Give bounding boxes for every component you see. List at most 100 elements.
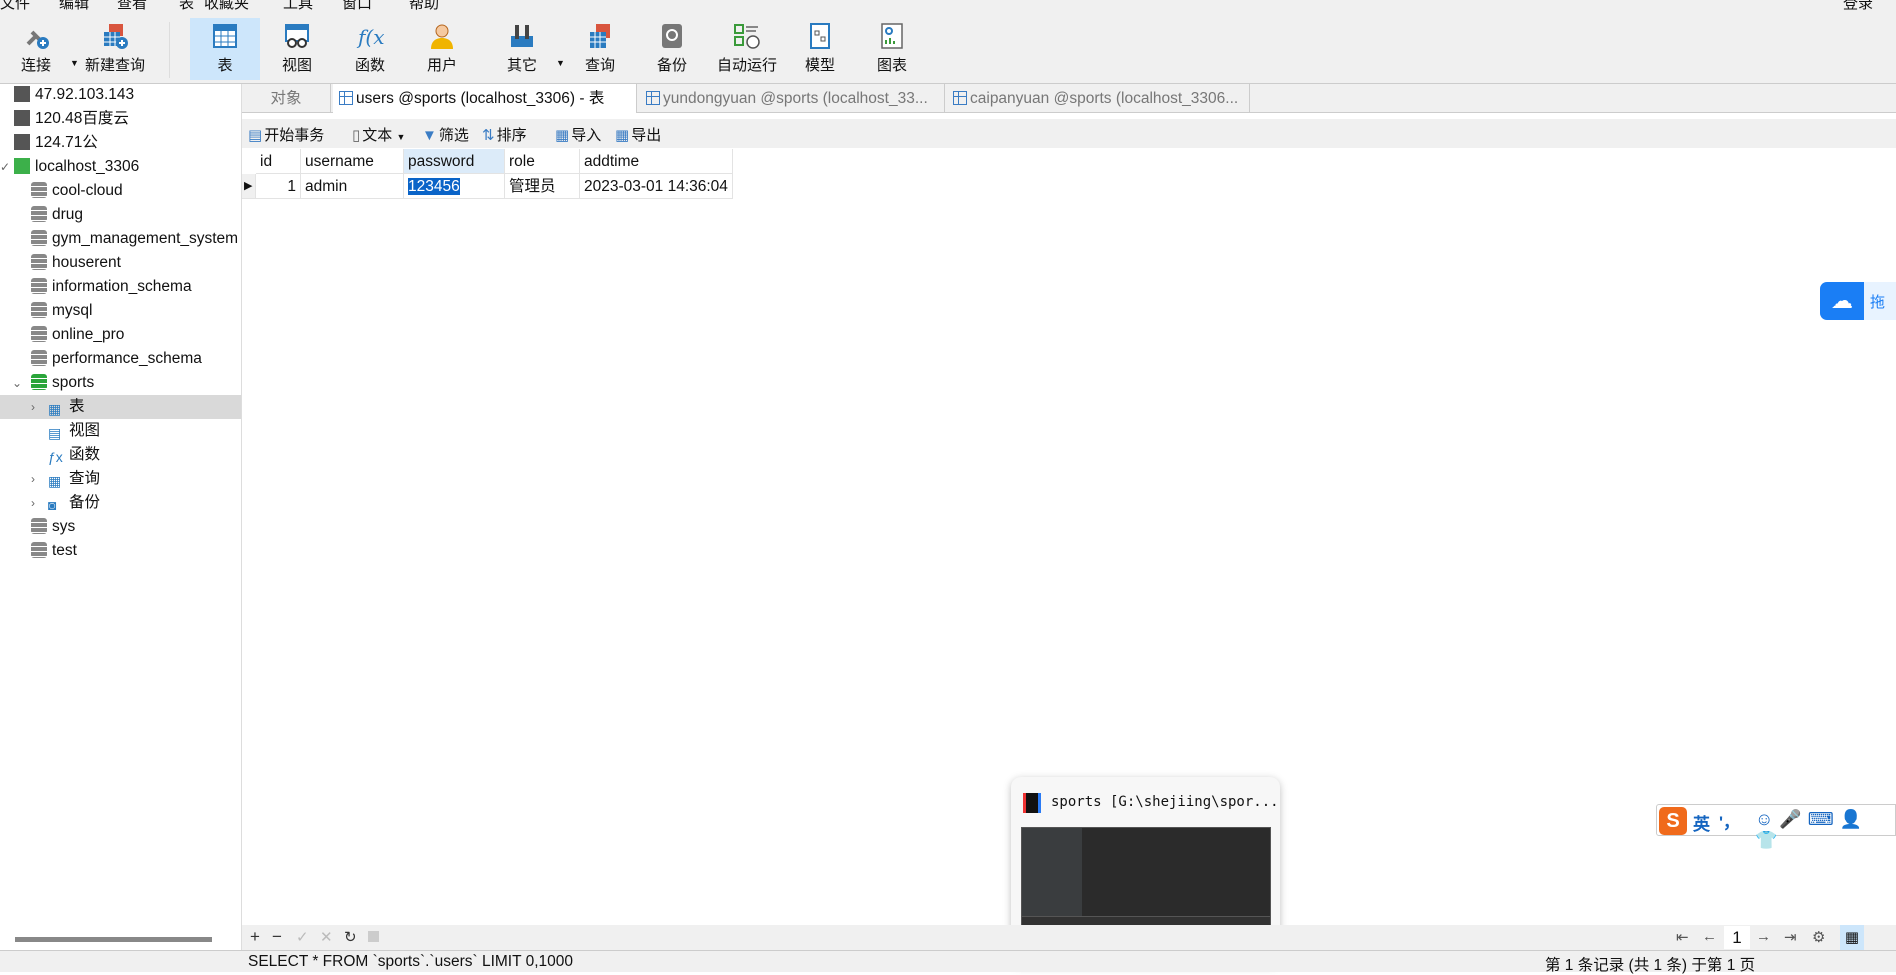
backup-button[interactable]: 备份 xyxy=(636,18,708,80)
sql-statement: SELECT * FROM `sports`.`users` LIMIT 0,1… xyxy=(248,953,574,970)
view-button[interactable]: 视图 xyxy=(261,18,333,80)
export-icon: ▦ xyxy=(615,127,630,144)
menu-favorites[interactable]: 收藏夹 xyxy=(204,0,249,13)
tree-database[interactable]: sys xyxy=(0,515,241,539)
filter-icon: ▼ xyxy=(422,127,437,144)
begin-transaction-button[interactable]: ▤ 开始事务 xyxy=(248,124,324,145)
cell-username[interactable]: admin xyxy=(301,174,404,199)
user-button[interactable]: 用户 xyxy=(406,18,478,80)
baidu-netdisk-widget[interactable]: ☁ 拖 xyxy=(1820,282,1896,320)
tree-node-queries[interactable]: › ▦ 查询 xyxy=(0,467,241,491)
tree-connection[interactable]: 124.71公 xyxy=(0,131,241,155)
tree-database[interactable]: performance_schema xyxy=(0,347,241,371)
row-pointer-icon[interactable]: ▶ xyxy=(242,174,256,199)
tree-database[interactable]: test xyxy=(0,539,241,563)
table-icon xyxy=(646,91,660,105)
tree-database[interactable]: mysql xyxy=(0,299,241,323)
tree-node-tables[interactable]: › ▦ 表 xyxy=(0,395,241,419)
tree-connection[interactable]: 47.92.103.143 xyxy=(0,83,241,107)
tree-node-backups[interactable]: › ◙ 备份 xyxy=(0,491,241,515)
new-query-icon xyxy=(104,24,128,49)
ime-punctuation[interactable]: '， xyxy=(1719,808,1740,833)
login-button[interactable]: 登录 xyxy=(1843,0,1873,13)
cell-addtime[interactable]: 2023-03-01 14:36:04 xyxy=(580,174,733,199)
menu-table[interactable]: 表 xyxy=(179,0,194,13)
export-button[interactable]: ▦ 导出 xyxy=(615,124,661,145)
stop-icon[interactable] xyxy=(368,931,379,942)
menu-edit[interactable]: 编辑 xyxy=(59,0,89,13)
menu-window[interactable]: 窗口 xyxy=(342,0,372,13)
first-page-icon[interactable]: ⇤ xyxy=(1676,928,1689,946)
table-button[interactable]: 表 xyxy=(190,18,260,80)
tree-database[interactable]: drug xyxy=(0,203,241,227)
column-header-username[interactable]: username xyxy=(301,149,404,174)
function-button[interactable]: f(x)函数 xyxy=(334,18,406,80)
tree-connection-localhost[interactable]: ✓ localhost_3306 xyxy=(0,155,241,179)
add-record-icon[interactable]: + xyxy=(250,927,260,947)
table-icon xyxy=(213,24,237,48)
other-button[interactable]: 其它 xyxy=(486,18,558,80)
sidebar-scrollbar[interactable] xyxy=(15,937,212,942)
tab-objects[interactable]: 对象 xyxy=(242,84,331,113)
cell-password[interactable]: 123456 xyxy=(404,174,505,199)
database-icon xyxy=(31,182,47,198)
database-icon xyxy=(31,278,47,294)
apply-icon[interactable]: ✓ xyxy=(296,928,309,946)
import-button[interactable]: ▦ 导入 xyxy=(555,124,601,145)
delete-record-icon[interactable]: − xyxy=(272,927,282,947)
cell-role[interactable]: 管理员 xyxy=(505,174,580,199)
chart-button[interactable]: 图表 xyxy=(856,18,928,80)
menu-tools[interactable]: 工具 xyxy=(283,0,313,13)
tree-database[interactable]: gym_management_system xyxy=(0,227,241,251)
tab-caipanyuan[interactable]: caipanyuan @sports (localhost_3306... xyxy=(947,84,1250,113)
refresh-icon[interactable]: ↻ xyxy=(344,928,357,946)
ime-tools-icons[interactable]: ☺🎤⌨👤👕 xyxy=(1755,809,1895,851)
text-button[interactable]: ▯ 文本 ▼ xyxy=(352,124,405,145)
next-page-icon[interactable]: → xyxy=(1756,928,1771,945)
chevron-right-icon[interactable]: › xyxy=(31,467,35,491)
model-button[interactable]: 模型 xyxy=(784,18,856,80)
page-number-input[interactable]: 1 xyxy=(1724,926,1750,949)
column-header-role[interactable]: role xyxy=(505,149,580,174)
tab-yundongyuan[interactable]: yundongyuan @sports (localhost_33... xyxy=(640,84,945,113)
query-button[interactable]: 查询 xyxy=(564,18,636,80)
ime-language[interactable]: 英 xyxy=(1693,810,1710,835)
chevron-right-icon[interactable]: › xyxy=(31,491,35,515)
settings-icon[interactable]: ⚙ xyxy=(1812,928,1825,946)
chevron-right-icon[interactable]: › xyxy=(31,395,35,419)
column-header-id[interactable]: id xyxy=(256,149,301,174)
connect-button[interactable]: 连接 xyxy=(0,18,72,80)
tree-database[interactable]: houserent xyxy=(0,251,241,275)
tree-node-functions[interactable]: ƒx 函数 xyxy=(0,443,241,467)
filter-button[interactable]: ▼ 筛选 xyxy=(422,124,469,145)
menu-view[interactable]: 查看 xyxy=(117,0,147,13)
column-header-addtime[interactable]: addtime xyxy=(580,149,733,174)
backup-icon xyxy=(662,24,682,48)
cell-id[interactable]: 1 xyxy=(256,174,301,199)
tree-node-views[interactable]: ▤ 视图 xyxy=(0,419,241,443)
grid-view-icon[interactable]: ▦ xyxy=(1840,925,1864,950)
database-icon xyxy=(31,374,47,390)
tree-database[interactable]: cool-cloud xyxy=(0,179,241,203)
database-icon xyxy=(31,326,47,342)
intellij-icon xyxy=(1023,793,1041,813)
connect-dropdown-icon[interactable]: ▼ xyxy=(70,58,79,68)
column-header-password[interactable]: password xyxy=(404,149,505,174)
new-query-button[interactable]: 新建查询 xyxy=(79,18,151,80)
cancel-icon[interactable]: ✕ xyxy=(320,928,333,946)
tree-connection[interactable]: 120.48百度云 xyxy=(0,107,241,131)
prev-page-icon[interactable]: ← xyxy=(1702,928,1717,945)
auto-run-button[interactable]: 自动运行 xyxy=(711,18,783,80)
menu-help[interactable]: 帮助 xyxy=(409,0,439,13)
tree-database[interactable]: ⌄ sports xyxy=(0,371,241,395)
sort-button[interactable]: ⇅ 排序 xyxy=(482,124,527,145)
tree-database[interactable]: information_schema xyxy=(0,275,241,299)
plug-icon xyxy=(26,30,49,49)
menu-file[interactable]: 文件 xyxy=(0,0,30,13)
last-page-icon[interactable]: ⇥ xyxy=(1784,928,1797,946)
chevron-down-icon[interactable]: ⌄ xyxy=(12,371,22,395)
tree-database[interactable]: online_pro xyxy=(0,323,241,347)
sogou-ime-toolbar[interactable]: S 英 '， ☺🎤⌨👤👕 xyxy=(1656,804,1896,850)
tab-users[interactable]: users @sports (localhost_3306) - 表 xyxy=(333,84,637,113)
chevron-down-icon[interactable]: ✓ xyxy=(0,155,10,179)
